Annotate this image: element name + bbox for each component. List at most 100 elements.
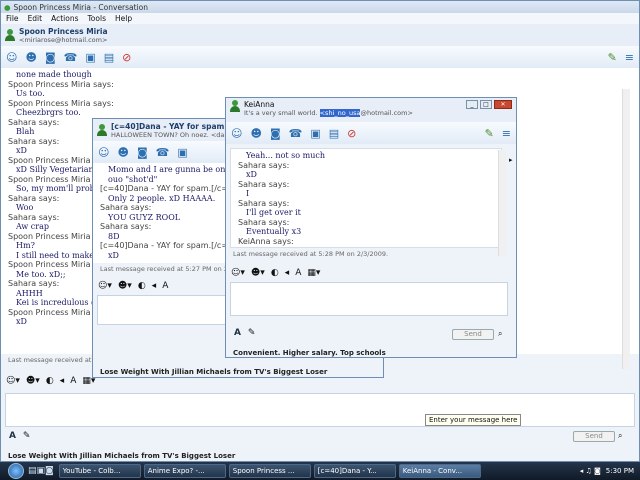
ink-mode-icon[interactable]: ✎ [23,431,31,441]
keianna-email-selected[interactable]: <shi_no_usa [319,109,361,117]
contact-email: <miriarose@hotmail.com> [19,35,108,44]
taskbar-item[interactable]: Anime Expo? -... [143,464,226,478]
keianna-title: KeiAnna [244,100,275,109]
dana-voice-clip-icon[interactable]: ◐ [138,281,146,291]
keianna-psm-line: It's a very small world. <shi_no_usa@hot… [244,109,413,117]
dana-contacts-icon[interactable]: ☻ [117,147,128,158]
dana-video-icon[interactable]: ◙ [137,147,148,158]
minimize-icon[interactable]: _ [466,100,478,109]
main-titlebar[interactable]: ● Spoon Princess Miria - Conversation [1,1,639,13]
menu-actions[interactable]: Actions [51,14,78,23]
contacts-icon[interactable]: ☻ [25,52,36,63]
main-message-input[interactable] [5,393,635,427]
dana-ad-text[interactable]: Lose Weight With Jillian Michaels from T… [93,365,334,379]
dana-call-icon[interactable]: ☎ [156,147,170,158]
keianna-chat-history: Yeah... not so much Sahara says: xD Sahara … [230,148,502,248]
type-mode-icon[interactable]: A [9,431,16,441]
keianna-share-files-icon[interactable]: ▣ [310,128,320,139]
games-icon[interactable]: ▤ [104,52,114,63]
taskbar: ▤▣◙ YouTube - Colb... Anime Expo? -... Spo… [0,462,640,480]
main-ink-toggle: A ✎ [9,431,30,441]
keianna-voice-clip-icon[interactable]: ◐ [271,268,279,278]
keianna-conversation-window: KeiAnna It's a very small world. <shi_no… [225,97,517,358]
wink-icon[interactable]: ☻▾ [26,376,40,386]
keianna-invite-icon[interactable]: ☺ [231,128,242,139]
keianna-search-icon[interactable]: ⌕ [498,329,502,339]
keianna-ad-text[interactable]: Convenient. Higher salary. Top schools [226,346,393,360]
taskbar-item[interactable]: [c=40]Dana - Y... [313,464,396,478]
nudge-icon[interactable]: ◂ [60,376,65,386]
font-icon[interactable]: A [70,376,76,386]
keianna-ink-mode-icon[interactable]: ✎ [248,328,256,338]
keianna-nudge-icon[interactable]: ◂ [285,268,290,278]
keianna-message-input[interactable] [230,282,508,316]
keianna-send-button[interactable]: Send [452,329,494,340]
sender-line: Sahara says: [238,160,290,170]
menu-edit[interactable]: Edit [28,14,43,23]
keianna-type-mode-icon[interactable]: A [234,328,241,338]
keianna-video-icon[interactable]: ◙ [270,128,281,139]
main-search-icon[interactable]: ⌕ [618,431,622,441]
dana-font-icon[interactable]: A [162,281,168,291]
msn-icon: ● [4,2,11,12]
start-button[interactable] [8,463,24,479]
menu-tools[interactable]: Tools [88,14,106,23]
dana-invite-icon[interactable]: ☺ [98,147,109,158]
block-icon[interactable]: ⊘ [122,52,131,63]
message-text: Eventually x3 [246,227,302,236]
quicklaunch-icon[interactable]: ▤▣◙ [28,466,54,476]
keianna-wink-icon[interactable]: ☻▾ [251,268,265,278]
keianna-header[interactable]: KeiAnna It's a very small world. <shi_no… [226,98,516,122]
taskbar-item[interactable]: YouTube - Colb... [58,464,141,478]
keianna-block-icon[interactable]: ⊘ [347,128,356,139]
menu-icon[interactable]: ≡ [625,52,634,63]
keianna-call-icon[interactable]: ☎ [289,128,303,139]
sender-line: Sahara says: [238,217,290,227]
contact-status-icon [5,29,15,41]
menu-file[interactable]: File [6,14,19,23]
video-icon[interactable]: ◙ [45,52,56,63]
sender-line: Sahara says: [238,179,290,189]
pen-icon[interactable]: ✎ [608,52,617,63]
main-ad-text[interactable]: Lose Weight With Jillian Michaels from T… [1,449,242,463]
emoticon-icon[interactable]: ☺▾ [6,376,20,386]
message-text: none made though [16,70,92,79]
maximize-icon[interactable]: □ [480,100,492,109]
keianna-games-icon[interactable]: ▤ [329,128,339,139]
menu-help[interactable]: Help [115,14,132,23]
dana-share-files-icon[interactable]: ▣ [177,147,187,158]
keianna-expand-arrow-icon[interactable]: ▸ [509,156,513,164]
keianna-pen-icon[interactable]: ✎ [485,128,494,139]
main-title: Spoon Princess Miria - Conversation [13,2,149,12]
close-icon[interactable]: ✕ [494,100,512,109]
dana-wink-icon[interactable]: ☻▾ [118,281,132,291]
keianna-psm: It's a very small world. [244,109,318,117]
keianna-emoticon-icon[interactable]: ☺▾ [231,268,245,278]
keianna-scrollbar[interactable] [498,150,506,256]
dana-nudge-icon[interactable]: ◂ [152,281,157,291]
taskbar-item[interactable]: Spoon Princess ... [228,464,311,478]
voice-clip-icon[interactable]: ◐ [46,376,54,386]
tray-icons[interactable]: ◂ ♫ ◙ [580,467,601,475]
contact-header: Spoon Princess Miria <miriarose@hotmail.… [1,24,639,46]
message-text: xD [246,170,257,179]
taskbar-item[interactable]: KeiAnna - Conv... [398,464,481,478]
main-send-button[interactable]: Send [573,431,615,442]
invite-icon[interactable]: ☺ [6,52,17,63]
keianna-status-icon [230,100,240,112]
message-text: I [246,189,250,198]
main-toolbar: ☺ ☻ ◙ ☎ ▣ ▤ ⊘ ✎ ≡ [1,46,639,68]
main-scrollbar[interactable] [622,89,630,369]
keianna-font-icon[interactable]: A [295,268,301,278]
share-files-icon[interactable]: ▣ [85,52,95,63]
dana-emoticon-icon[interactable]: ☺▾ [98,281,112,291]
dana-status-icon [97,124,107,136]
keianna-format-bar: ☺▾ ☻▾ ◐ ◂ A ▦▾ [226,266,516,280]
sender-line: Spoon Princess Miria says: [8,79,114,89]
message-text: Yeah... not so much [246,151,325,160]
keianna-background-icon[interactable]: ▦▾ [307,268,320,278]
clock[interactable]: 5:30 PM [606,467,634,475]
keianna-menu-icon[interactable]: ≡ [502,128,511,139]
call-icon[interactable]: ☎ [64,52,78,63]
keianna-contacts-icon[interactable]: ☻ [250,128,261,139]
